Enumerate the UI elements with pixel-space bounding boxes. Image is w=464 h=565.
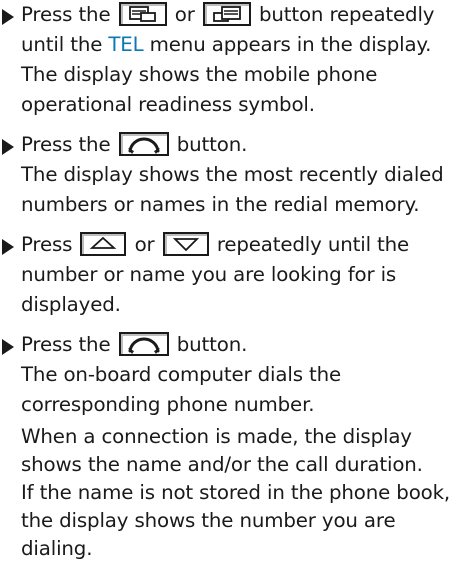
step-line: until the TEL menu appears in the displa…	[21, 30, 431, 60]
step-line: operational readiness symbol.	[21, 93, 315, 116]
bullet-arrow-icon	[2, 9, 14, 25]
line-text: button.	[176, 133, 248, 156]
step-line: Press the or button repeatedly	[21, 0, 435, 30]
step-line: The on-board computer dials the	[21, 363, 342, 386]
step-line: The display shows the mobile phone	[21, 63, 378, 86]
phone-key-icon	[118, 332, 169, 356]
phone-key-icon	[118, 132, 169, 156]
step-line: displayed.	[21, 293, 121, 316]
step-line: Press the button.	[21, 330, 247, 360]
instruction-page: Press the or button repeatedly until the…	[0, 0, 464, 565]
step-line: The display shows the most recently dial…	[21, 163, 444, 186]
line-text: repeatedly until the	[216, 233, 410, 256]
tel-menu-label: TEL	[108, 33, 144, 56]
menu-back-key-icon	[118, 2, 167, 26]
line-text: button repeatedly	[258, 3, 435, 26]
line-text: Press the	[21, 133, 111, 156]
note-line: When a connection is made, the display	[21, 425, 412, 448]
line-text: or	[134, 233, 155, 256]
menu-forward-key-icon	[202, 2, 251, 26]
note-line: the display shows the number you are	[21, 509, 396, 532]
step-line: Press the button.	[21, 130, 247, 160]
note-line: If the name is not stored in the phone b…	[21, 481, 451, 504]
step-line: numbers or names in the redial memory.	[21, 193, 420, 216]
line-text: Press the	[21, 333, 111, 356]
arrow-down-key-icon	[162, 232, 209, 256]
note-line: dialing.	[21, 537, 93, 560]
line-text: menu appears in the display.	[149, 33, 432, 56]
line-text: Press the	[21, 3, 111, 26]
step-line: corresponding phone number.	[21, 393, 315, 416]
line-text: Press	[21, 233, 73, 256]
step-line: Press or repeatedly until the	[21, 230, 409, 260]
bullet-arrow-icon	[2, 239, 14, 255]
line-text: until the	[21, 33, 103, 56]
line-text: or	[174, 3, 195, 26]
arrow-up-key-icon	[80, 232, 127, 256]
note-line: shows the name and/or the call duration.	[21, 453, 423, 476]
line-text: button.	[176, 333, 248, 356]
bullet-arrow-icon	[2, 339, 14, 355]
bullet-arrow-icon	[2, 139, 14, 155]
step-line: number or name you are looking for is	[21, 263, 397, 286]
